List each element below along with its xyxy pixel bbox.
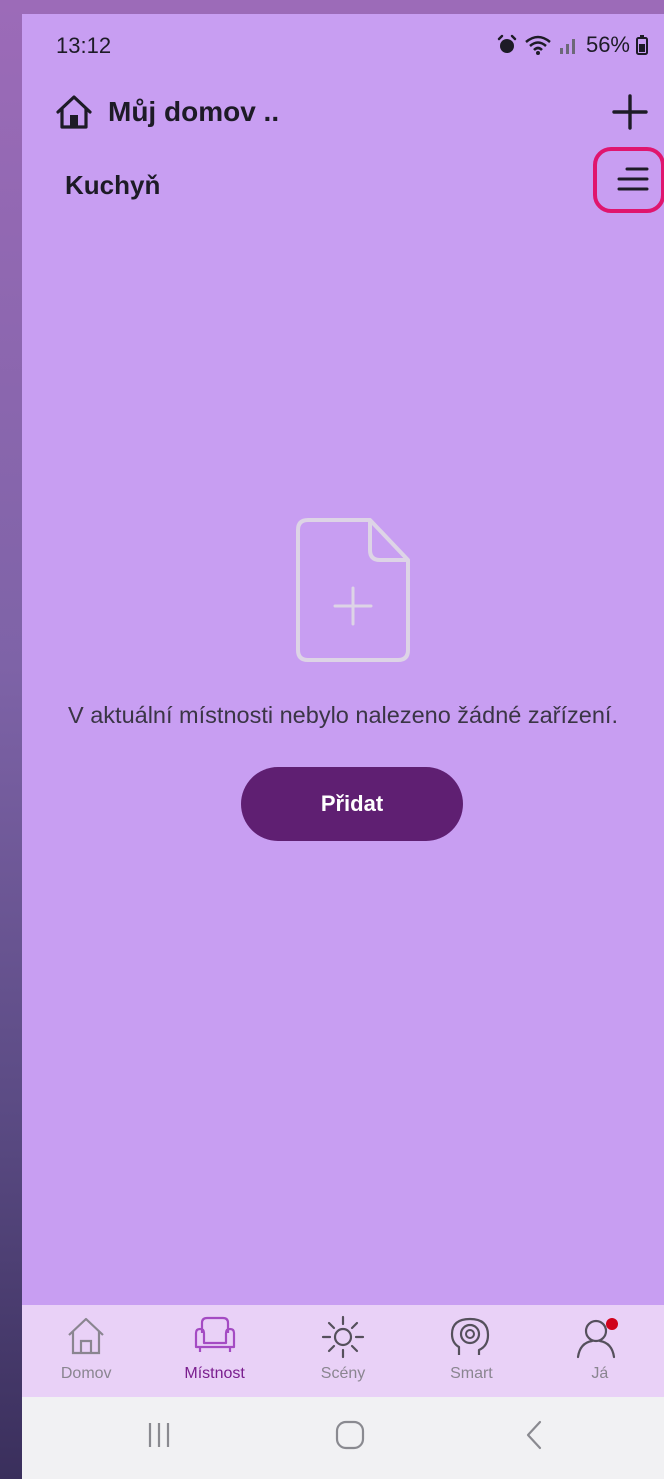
nav-label-ja: Já [591, 1365, 609, 1382]
system-navigation-bar [22, 1397, 664, 1479]
battery-label: 56% [585, 32, 630, 57]
brain-gear-icon [451, 1317, 490, 1355]
status-bar: 13:12 56% [22, 14, 664, 72]
menu-icon [617, 167, 649, 191]
add-device-button[interactable]: Přidat [241, 767, 463, 841]
status-time: 13:12 [56, 33, 112, 58]
add-document-icon [292, 516, 412, 664]
home-icon[interactable] [54, 92, 94, 132]
home-header: Můj domov .. [22, 84, 664, 144]
nav-label-mistnost: Místnost [184, 1365, 245, 1382]
room-title: Kuchyň [65, 170, 161, 200]
nav-item-sceny[interactable]: Scény [279, 1305, 407, 1397]
nav-item-ja[interactable]: Já [536, 1305, 664, 1397]
status-icons: 56% [496, 32, 648, 58]
house-icon [68, 1317, 104, 1355]
menu-button[interactable] [593, 147, 664, 213]
room-header: Kuchyň [22, 147, 664, 219]
plus-icon[interactable] [608, 90, 652, 134]
nav-item-domov[interactable]: Domov [22, 1305, 150, 1397]
recent-apps-icon[interactable] [148, 1419, 170, 1456]
alarm-icon [496, 34, 518, 56]
nav-label-sceny: Scény [320, 1365, 366, 1382]
wifi-icon [524, 34, 552, 56]
back-icon[interactable] [524, 1419, 544, 1456]
sun-icon [321, 1315, 365, 1359]
signal-icon [558, 34, 580, 56]
nav-label-smart: Smart [450, 1365, 493, 1382]
user-icon [576, 1318, 618, 1359]
empty-state-message: V aktuální místnosti nebylo nalezeno žád… [68, 702, 618, 728]
nav-item-smart[interactable]: Smart [407, 1305, 535, 1397]
notification-dot [605, 1318, 618, 1330]
home-button-icon[interactable] [334, 1419, 366, 1456]
bottom-navigation: Domov Místnost Scény Smart Já [22, 1305, 664, 1397]
nav-item-mistnost[interactable]: Místnost [150, 1305, 278, 1397]
phone-screen: 13:12 56% Můj domov .. Kuchyň V aktuální… [22, 14, 664, 1479]
home-title[interactable]: Můj domov .. [108, 96, 279, 128]
nav-label-domov: Domov [60, 1365, 112, 1382]
armchair-icon [194, 1316, 235, 1352]
battery-icon [636, 34, 648, 56]
